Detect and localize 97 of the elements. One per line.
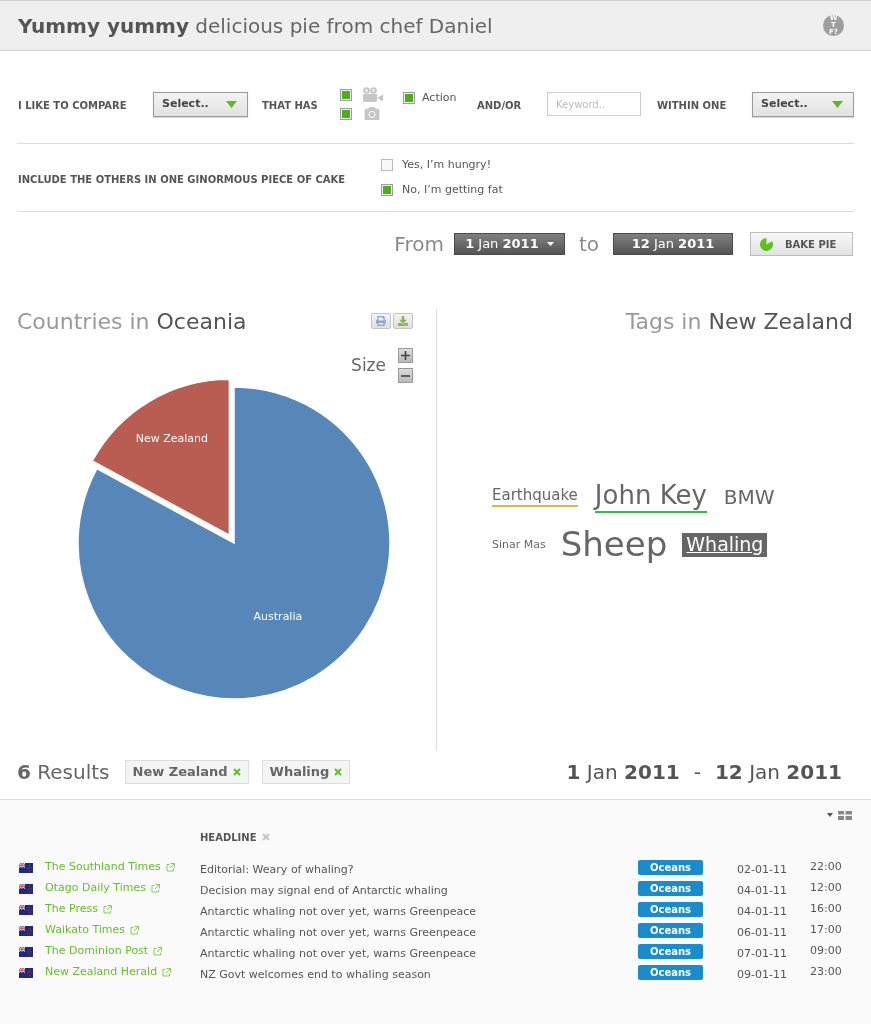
date-text: 07-01-11 (737, 946, 787, 960)
zoom-out-button[interactable] (398, 368, 413, 383)
checkbox[interactable] (340, 107, 352, 120)
date-text: 02-01-11 (737, 862, 787, 876)
flag-icon (19, 925, 33, 936)
panel-title: Countries in Oceania (17, 307, 247, 336)
range-separator: - (693, 759, 701, 786)
checkbox[interactable] (340, 88, 352, 101)
remove-icon[interactable] (232, 768, 241, 776)
tag-link[interactable]: Sheep (560, 525, 668, 565)
time-text: 23:00 (810, 964, 842, 981)
date-text: 04-01-11 (737, 883, 787, 897)
checkbox[interactable] (381, 183, 393, 196)
headline-text: Editorial: Weary of whaling? (200, 862, 354, 876)
external-link-icon[interactable] (150, 884, 160, 893)
flag-icon (19, 883, 33, 894)
external-link-icon[interactable] (162, 968, 172, 977)
from-label: From (394, 231, 444, 258)
column-header[interactable]: HEADLINE (200, 829, 257, 845)
headline-text: NZ Govt welcomes end to whaling season (200, 967, 431, 981)
slice-label: Australia (253, 609, 303, 623)
filter-label: INCLUDE THE OTHERS IN ONE GINORMOUS PIECE OF CAKE (18, 173, 346, 185)
remove-icon[interactable] (334, 768, 343, 776)
range-start-date: 1 Jan 2011 (566, 759, 680, 786)
to-label: to (578, 231, 599, 258)
category-tag[interactable]: Oceans (638, 902, 703, 917)
tag-link[interactable]: Whaling (682, 533, 768, 557)
time-text: 09:00 (810, 943, 842, 960)
flag-icon (19, 946, 33, 957)
plus-icon (401, 351, 410, 360)
external-link-icon[interactable] (153, 947, 163, 956)
date-text: 09-01-11 (737, 967, 787, 981)
filter-label: AND/OR (477, 100, 522, 111)
filter-label: THAT HAS (262, 100, 318, 111)
date-text: 06-01-11 (737, 925, 787, 939)
flag-icon (19, 967, 33, 978)
keyword-field[interactable]: Keyword.. (547, 92, 641, 116)
external-link-icon[interactable] (165, 863, 175, 872)
select-dropdown[interactable]: Select.. (752, 91, 854, 117)
size-label: Size (351, 353, 386, 377)
filter-label: I LIKE TO COMPARE (18, 100, 127, 111)
category-tag[interactable]: Oceans (638, 965, 703, 980)
checkbox-label: Yes, I’m hungry! (402, 157, 492, 173)
grid-view-icon[interactable] (838, 810, 852, 820)
external-link-icon[interactable] (102, 905, 112, 914)
category-tag[interactable]: Oceans (638, 944, 703, 959)
page-title: Yummy yummy delicious pie from chef Daniel (18, 12, 493, 40)
checkbox-label: Action (422, 90, 457, 106)
slice-label: New Zealand (135, 431, 209, 445)
tag-link[interactable]: BMW (723, 485, 775, 509)
date-picker-button[interactable]: 12 Jan 2011 (613, 233, 733, 255)
date-picker-button[interactable]: 1 Jan 2011 (453, 233, 565, 255)
select-dropdown[interactable]: Select.. (153, 91, 248, 117)
caret-down-icon (546, 242, 554, 246)
filter-chip[interactable]: Whaling (261, 760, 351, 784)
close-icon[interactable] (261, 833, 270, 841)
print-icon (376, 316, 386, 326)
panel-title: Tags in New Zealand (625, 307, 853, 336)
caret-down-icon (832, 100, 843, 108)
checkbox-label: No, I’m getting fat (402, 181, 503, 198)
download-button[interactable] (393, 313, 413, 329)
headline-text: Antarctic whaling not over yet, warns Greenpeace (200, 904, 477, 918)
headline-text: Antarctic whaling not over yet, warns Greenpeace (200, 925, 477, 939)
time-text: 22:00 (810, 859, 842, 876)
filter-chip[interactable]: New Zealand (124, 760, 249, 784)
checkbox[interactable] (381, 159, 393, 172)
tag-link[interactable]: Earthquake (492, 487, 578, 507)
minus-icon (401, 374, 410, 377)
headline-text: Antarctic whaling not over yet, warns Greenpeace (200, 946, 477, 960)
time-text: 16:00 (810, 901, 842, 918)
pie-icon (760, 237, 773, 251)
category-tag[interactable]: Oceans (638, 860, 703, 875)
time-text: 17:00 (810, 922, 842, 939)
video-camera-icon (362, 87, 383, 102)
checkbox[interactable] (403, 92, 415, 105)
flag-icon (19, 904, 33, 915)
pie-slice[interactable] (91, 378, 231, 536)
zoom-in-button[interactable] (398, 348, 413, 363)
results-count: 6 Results (17, 759, 110, 786)
filter-label: WITHIN ONE (657, 100, 727, 111)
category-tag[interactable]: Oceans (638, 923, 703, 938)
bake-pie-button[interactable]: BAKE PIE (750, 232, 853, 256)
date-text: 04-01-11 (737, 904, 787, 918)
flag-icon (19, 862, 33, 873)
camera-icon (362, 106, 382, 121)
print-button[interactable] (371, 313, 391, 329)
tag-link[interactable]: Sinar Mas (492, 538, 546, 552)
category-tag[interactable]: Oceans (638, 881, 703, 896)
time-text: 12:00 (810, 880, 842, 897)
headline-text: Decision may signal end of Antarctic whaling (200, 883, 448, 897)
tag-link[interactable]: John Key (594, 481, 707, 513)
caret-down-icon[interactable] (827, 813, 833, 817)
caret-down-icon (226, 100, 237, 108)
download-icon (398, 316, 408, 326)
external-link-icon[interactable] (130, 926, 140, 935)
range-end-date: 12 Jan 2011 (714, 759, 842, 786)
pie-slice[interactable] (77, 386, 391, 700)
